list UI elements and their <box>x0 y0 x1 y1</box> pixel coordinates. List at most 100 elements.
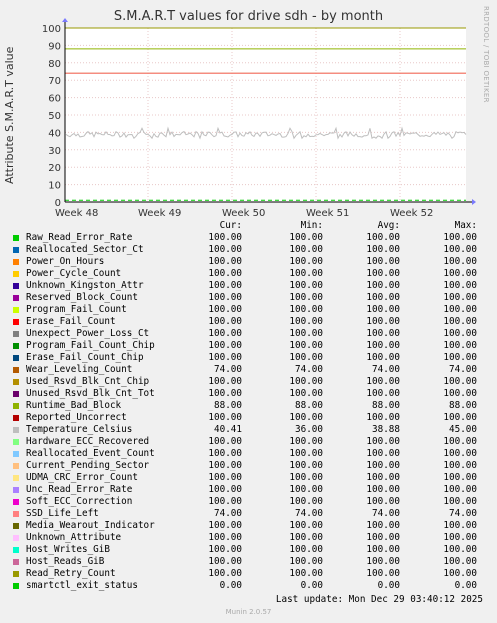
legend-row: UDMA_CRC_Error_Count 100.00 100.00 100.00 10… <box>0 472 497 484</box>
legend-label: Raw_Read_Error_Rate <box>26 232 133 243</box>
legend-row: Reallocated_Sector_Ct 100.00 100.00 100.00 1… <box>0 244 497 256</box>
legend-min-value: 36.00 <box>295 424 323 435</box>
legend-cur-value: 100.00 <box>208 304 242 315</box>
legend-avg-value: 0.00 <box>377 580 400 591</box>
legend-row: Unused_Rsvd_Blk_Cnt_Tot 100.00 100.00 100.0… <box>0 388 497 400</box>
last-update: Last update: Mon Dec 29 03:40:12 2025 <box>275 594 483 605</box>
legend-min-value: 100.00 <box>289 460 323 471</box>
legend-row: Power_Cycle_Count 100.00 100.00 100.00 100.0… <box>0 268 497 280</box>
legend-avg-value: 100.00 <box>366 412 400 423</box>
legend-cur-value: 100.00 <box>208 472 242 483</box>
legend-avg-value: 100.00 <box>366 484 400 495</box>
legend-min-value: 100.00 <box>289 496 323 507</box>
legend-avg-value: 100.00 <box>366 460 400 471</box>
legend-cur-value: 88.00 <box>214 400 242 411</box>
legend-label: Reallocated_Event_Count <box>26 448 155 459</box>
legend-min-value: 100.00 <box>289 316 323 327</box>
legend-label: UDMA_CRC_Error_Count <box>26 472 138 483</box>
legend-max-value: 100.00 <box>443 544 477 555</box>
y-tick-label: 100 <box>42 24 61 35</box>
legend-avg-value: 100.00 <box>366 244 400 255</box>
legend-avg-value: 100.00 <box>366 292 400 303</box>
legend-row: Runtime_Bad_Block 88.00 88.00 88.00 88.00 <box>0 400 497 412</box>
legend-cur-value: 100.00 <box>208 544 242 555</box>
legend-cur-value: 100.00 <box>208 556 242 567</box>
legend-avg-value: 100.00 <box>366 316 400 327</box>
legend-min-value: 100.00 <box>289 268 323 279</box>
header-max: Max: <box>454 220 477 231</box>
legend-label: Reported_Uncorrect <box>26 412 127 423</box>
legend-cur-value: 100.00 <box>208 460 242 471</box>
legend-min-value: 100.00 <box>289 244 323 255</box>
legend-min-value: 88.00 <box>295 400 323 411</box>
legend-row: smartctl_exit_status 0.00 0.00 0.00 0.00 <box>0 580 497 592</box>
y-axis-arrow <box>62 18 68 22</box>
legend-swatch <box>13 283 19 289</box>
legend-cur-value: 100.00 <box>208 388 242 399</box>
legend-cur-value: 100.00 <box>208 520 242 531</box>
legend-label: Reallocated_Sector_Ct <box>26 244 144 255</box>
legend-min-value: 100.00 <box>289 520 323 531</box>
x-tick-label: Week 51 <box>306 208 349 219</box>
legend-cur-value: 100.00 <box>208 328 242 339</box>
legend-max-value: 100.00 <box>443 292 477 303</box>
legend-cur-value: 74.00 <box>214 364 242 375</box>
legend-max-value: 0.00 <box>454 580 477 591</box>
legend-max-value: 100.00 <box>443 472 477 483</box>
legend-avg-value: 100.00 <box>366 328 400 339</box>
legend-row: Raw_Read_Error_Rate 100.00 100.00 100.00 100… <box>0 232 497 244</box>
legend-row: Reallocated_Event_Count 100.00 100.00 100.0… <box>0 448 497 460</box>
legend-row: Reserved_Block_Count 100.00 100.00 100.00 10… <box>0 292 497 304</box>
header-min: Min: <box>300 220 323 231</box>
legend-max-value: 74.00 <box>449 364 477 375</box>
legend-min-value: 100.00 <box>289 340 323 351</box>
legend-row: Unc_Read_Error_Rate 100.00 100.00 100.00 100… <box>0 484 497 496</box>
legend-row: Soft_ECC_Correction 100.00 100.00 100.00 100… <box>0 496 497 508</box>
legend-max-value: 45.00 <box>449 424 477 435</box>
legend-row: SSD_Life_Left 74.00 74.00 74.00 74.00 <box>0 508 497 520</box>
legend-swatch <box>13 583 19 589</box>
y-tick-label: 10 <box>48 181 61 192</box>
legend-label: Power_Cycle_Count <box>26 268 122 279</box>
legend-row: Temperature_Celsius 40.41 36.00 38.88 45.00 <box>0 424 497 436</box>
legend-header: Cur: Min: Avg: Max: <box>0 220 497 232</box>
legend-min-value: 100.00 <box>289 556 323 567</box>
legend-cur-value: 100.00 <box>208 232 242 243</box>
legend-swatch <box>13 391 19 397</box>
legend-label: Unknown_Kingston_Attr <box>26 280 144 291</box>
legend-cur-value: 100.00 <box>208 340 242 351</box>
legend-row: Used_Rsvd_Blk_Cnt_Chip 100.00 100.00 100.00… <box>0 376 497 388</box>
legend-label: Unc_Read_Error_Rate <box>26 484 133 495</box>
legend-min-value: 100.00 <box>289 532 323 543</box>
legend-max-value: 100.00 <box>443 256 477 267</box>
legend-min-value: 74.00 <box>295 508 323 519</box>
legend-swatch <box>13 571 19 577</box>
legend-avg-value: 100.00 <box>366 544 400 555</box>
legend-max-value: 100.00 <box>443 520 477 531</box>
legend-avg-value: 74.00 <box>372 364 400 375</box>
legend-cur-value: 100.00 <box>208 436 242 447</box>
legend-label: Unexpect_Power_Loss_Ct <box>26 328 150 339</box>
legend-max-value: 100.00 <box>443 376 477 387</box>
legend-max-value: 100.00 <box>443 340 477 351</box>
legend-cur-value: 100.00 <box>208 244 242 255</box>
legend-max-value: 100.00 <box>443 568 477 579</box>
y-tick-label: 20 <box>48 163 61 174</box>
legend-swatch <box>13 547 19 553</box>
legend-avg-value: 100.00 <box>366 256 400 267</box>
legend-row: Erase_Fail_Count_Chip 100.00 100.00 100.00 1… <box>0 352 497 364</box>
legend-min-value: 100.00 <box>289 448 323 459</box>
x-tick-label: Week 48 <box>55 208 98 219</box>
legend-avg-value: 100.00 <box>366 472 400 483</box>
legend-swatch <box>13 319 19 325</box>
legend-label: SSD_Life_Left <box>26 508 99 519</box>
legend-cur-value: 74.00 <box>214 508 242 519</box>
legend-avg-value: 38.88 <box>372 424 400 435</box>
legend-swatch <box>13 451 19 457</box>
legend-swatch <box>13 271 19 277</box>
legend-swatch <box>13 367 19 373</box>
legend-avg-value: 100.00 <box>366 388 400 399</box>
legend-label: Reserved_Block_Count <box>26 292 138 303</box>
legend-cur-value: 100.00 <box>208 292 242 303</box>
footer-version: Munin 2.0.57 <box>225 608 272 616</box>
